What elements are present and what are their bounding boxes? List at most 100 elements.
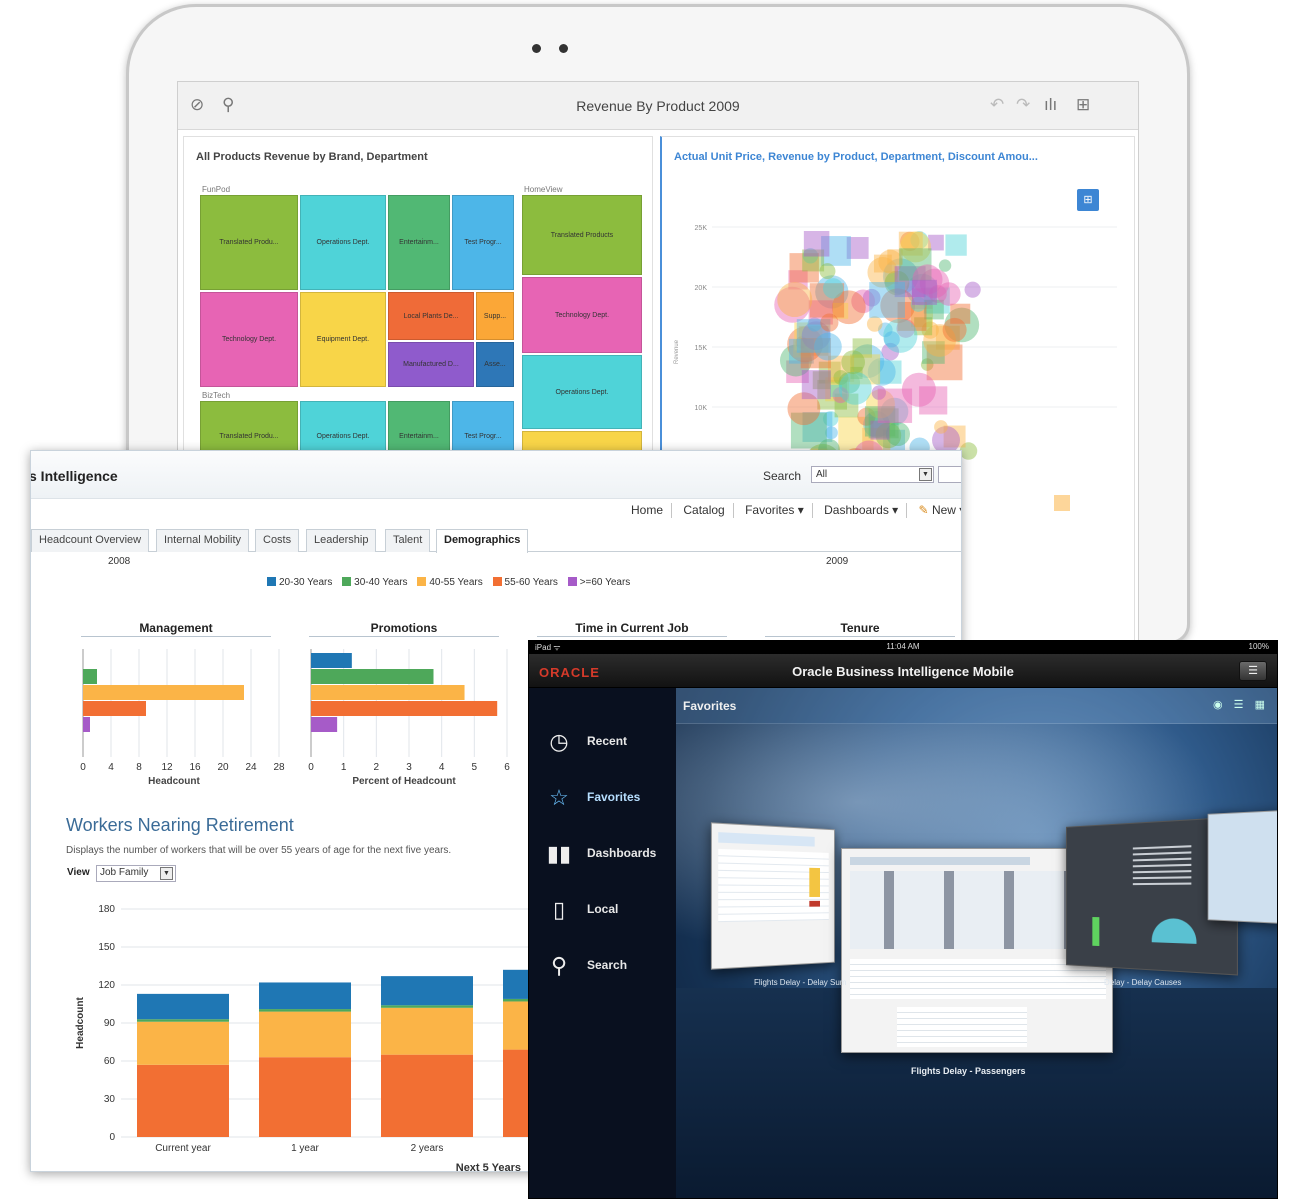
app-header: s Intelligence Search All ▼: [31, 451, 961, 499]
treemap-cell[interactable]: Local Plants De...: [388, 292, 474, 340]
y-tick-label: 30: [104, 1094, 116, 1105]
x-tick-label: 20: [217, 762, 229, 773]
tab-costs[interactable]: Costs: [255, 529, 300, 552]
y-tick-label: 0: [109, 1132, 115, 1143]
age-legend: 20-30 Years 30-40 Years 40-55 Years 55-6…: [267, 577, 637, 588]
favorites-title: Favorites: [683, 699, 737, 713]
scatter-point: [885, 421, 911, 447]
status-time: 11:04 AM: [886, 642, 920, 651]
nav-local[interactable]: ▯ Local: [543, 892, 673, 926]
tab-demographics[interactable]: Demographics: [436, 529, 529, 553]
scatter-point: [942, 317, 967, 342]
scatter-point: [911, 279, 937, 305]
promotions-xlabel: Percent of Headcount: [352, 776, 456, 787]
mobile-app: iPad ᯤ 11:04 AM 100% ORACLE Oracle Busin…: [528, 640, 1278, 1199]
undo-icon[interactable]: ↶: [990, 95, 1004, 115]
treemap-cell[interactable]: Technology Dept.: [200, 292, 298, 387]
bar-segment: [259, 982, 351, 1010]
tab-leadership[interactable]: Leadership: [306, 529, 377, 552]
treemap-cell[interactable]: Translated Products: [522, 195, 642, 275]
status-battery: 100%: [1248, 642, 1269, 651]
treemap-cell[interactable]: Translated Produ...: [200, 195, 298, 290]
x-tick-label: 1 year: [291, 1143, 319, 1154]
nav-new[interactable]: New ▾: [932, 503, 961, 517]
y-tick-label: 90: [104, 1018, 116, 1029]
treemap-title: All Products Revenue by Brand, Departmen…: [196, 151, 428, 163]
bar-segment: [259, 1009, 351, 1012]
nav-home[interactable]: Home: [631, 503, 663, 517]
y-tick-label: 20K: [695, 285, 708, 292]
dashboard-thumbnail[interactable]: [1207, 810, 1277, 924]
x-tick-label: 2 years: [411, 1143, 444, 1154]
thumbnail-caption: Delay - Delay Causes: [1104, 978, 1182, 987]
treemap-cell[interactable]: Asse...: [476, 342, 514, 387]
treemap-cell[interactable]: Operations Dept.: [522, 355, 642, 429]
x-tick-label: 6: [504, 762, 510, 773]
tab-headcount-overview[interactable]: Headcount Overview: [31, 529, 150, 552]
nav-favorites[interactable]: Favorites ▾: [745, 503, 804, 517]
nav-dashboards[interactable]: Dashboards ▾: [824, 503, 898, 517]
tab-talent[interactable]: Talent: [385, 529, 431, 552]
x-tick-label: 0: [80, 762, 86, 773]
year-label-2008: 2008: [108, 556, 131, 567]
x-tick-label: 4: [108, 762, 114, 773]
view-mode-icons[interactable]: ◉ ☰ ▦: [1213, 698, 1269, 711]
group-label: HomeView: [524, 185, 563, 194]
new-icon: ✎: [918, 503, 929, 517]
search-scope-select[interactable]: All: [811, 466, 934, 483]
nav-dashboards[interactable]: ▮▮ Dashboards: [543, 836, 673, 870]
bar: [311, 685, 465, 700]
camera-dot: [559, 44, 568, 53]
tenure-chart-title: Tenure: [765, 621, 955, 637]
y-tick-label: 10K: [695, 405, 708, 412]
bar-segment: [137, 1019, 229, 1022]
promotions-chart: 0 1 2 3 4 5 6: [308, 649, 510, 773]
nav-recent[interactable]: ◷ Recent: [543, 724, 673, 758]
dashboard-thumbnail[interactable]: [710, 822, 835, 970]
scatter-point: [822, 278, 844, 299]
x-tick-label: 16: [189, 762, 201, 773]
scatter-point: [869, 282, 905, 318]
scatter-point: [945, 234, 967, 256]
y-tick-label: 25K: [695, 225, 708, 232]
chart-type-icon[interactable]: ılı: [1044, 95, 1057, 115]
legend-item: 30-40 Years: [342, 577, 408, 588]
scatter-point: [877, 388, 913, 423]
camera-dot: [532, 44, 541, 53]
y-tick-label: 60: [104, 1056, 116, 1067]
nav-catalog[interactable]: Catalog: [683, 503, 724, 517]
bar-segment: [381, 1054, 473, 1137]
search-label: Search: [763, 469, 802, 483]
scatter-point: [866, 316, 883, 332]
nav-search[interactable]: ⚲ Search: [543, 948, 673, 982]
view-select-value: Job Family: [100, 867, 149, 878]
treemap-cell[interactable]: Manufactured D...: [388, 342, 474, 387]
group-label: FunPod: [202, 185, 231, 194]
tab-internal-mobility[interactable]: Internal Mobility: [156, 529, 250, 552]
chevron-down-icon[interactable]: ▼: [160, 867, 173, 880]
x-tick-label: 1: [341, 762, 347, 773]
menu-button[interactable]: ☰: [1239, 661, 1267, 681]
mobile-sidebar: ◷ Recent ☆ Favorites ▮▮ Dashboards ▯ Loc…: [529, 688, 676, 1198]
treemap-cell[interactable]: Operations Dept.: [300, 195, 386, 290]
redo-icon[interactable]: ↷: [1016, 95, 1030, 115]
x-tick-label: 8: [136, 762, 142, 773]
treemap-cell[interactable]: Test Progr...: [452, 195, 514, 290]
nav-label: Favorites: [587, 790, 641, 804]
treemap-cell[interactable]: Equipment Dept.: [300, 292, 386, 387]
group-label: BizTech: [202, 391, 231, 400]
y-tick-label: 150: [98, 942, 115, 953]
treemap-cell[interactable]: Supp...: [476, 292, 514, 340]
treemap-cell[interactable]: Technology Dept.: [522, 277, 642, 353]
treemap-cell[interactable]: Entertainm...: [388, 195, 450, 290]
bar-segment: [137, 1064, 229, 1137]
search-scope-value: All: [816, 469, 828, 480]
chevron-down-icon[interactable]: ▼: [919, 468, 932, 481]
scatter-point: [803, 230, 830, 257]
scatter-point: [801, 370, 831, 400]
legend-item: 20-30 Years: [267, 577, 332, 588]
scatter-point: [841, 350, 865, 375]
export-icon[interactable]: ⊞: [1076, 95, 1090, 115]
nav-favorites[interactable]: ☆ Favorites: [543, 780, 673, 814]
search-input[interactable]: [938, 466, 961, 483]
